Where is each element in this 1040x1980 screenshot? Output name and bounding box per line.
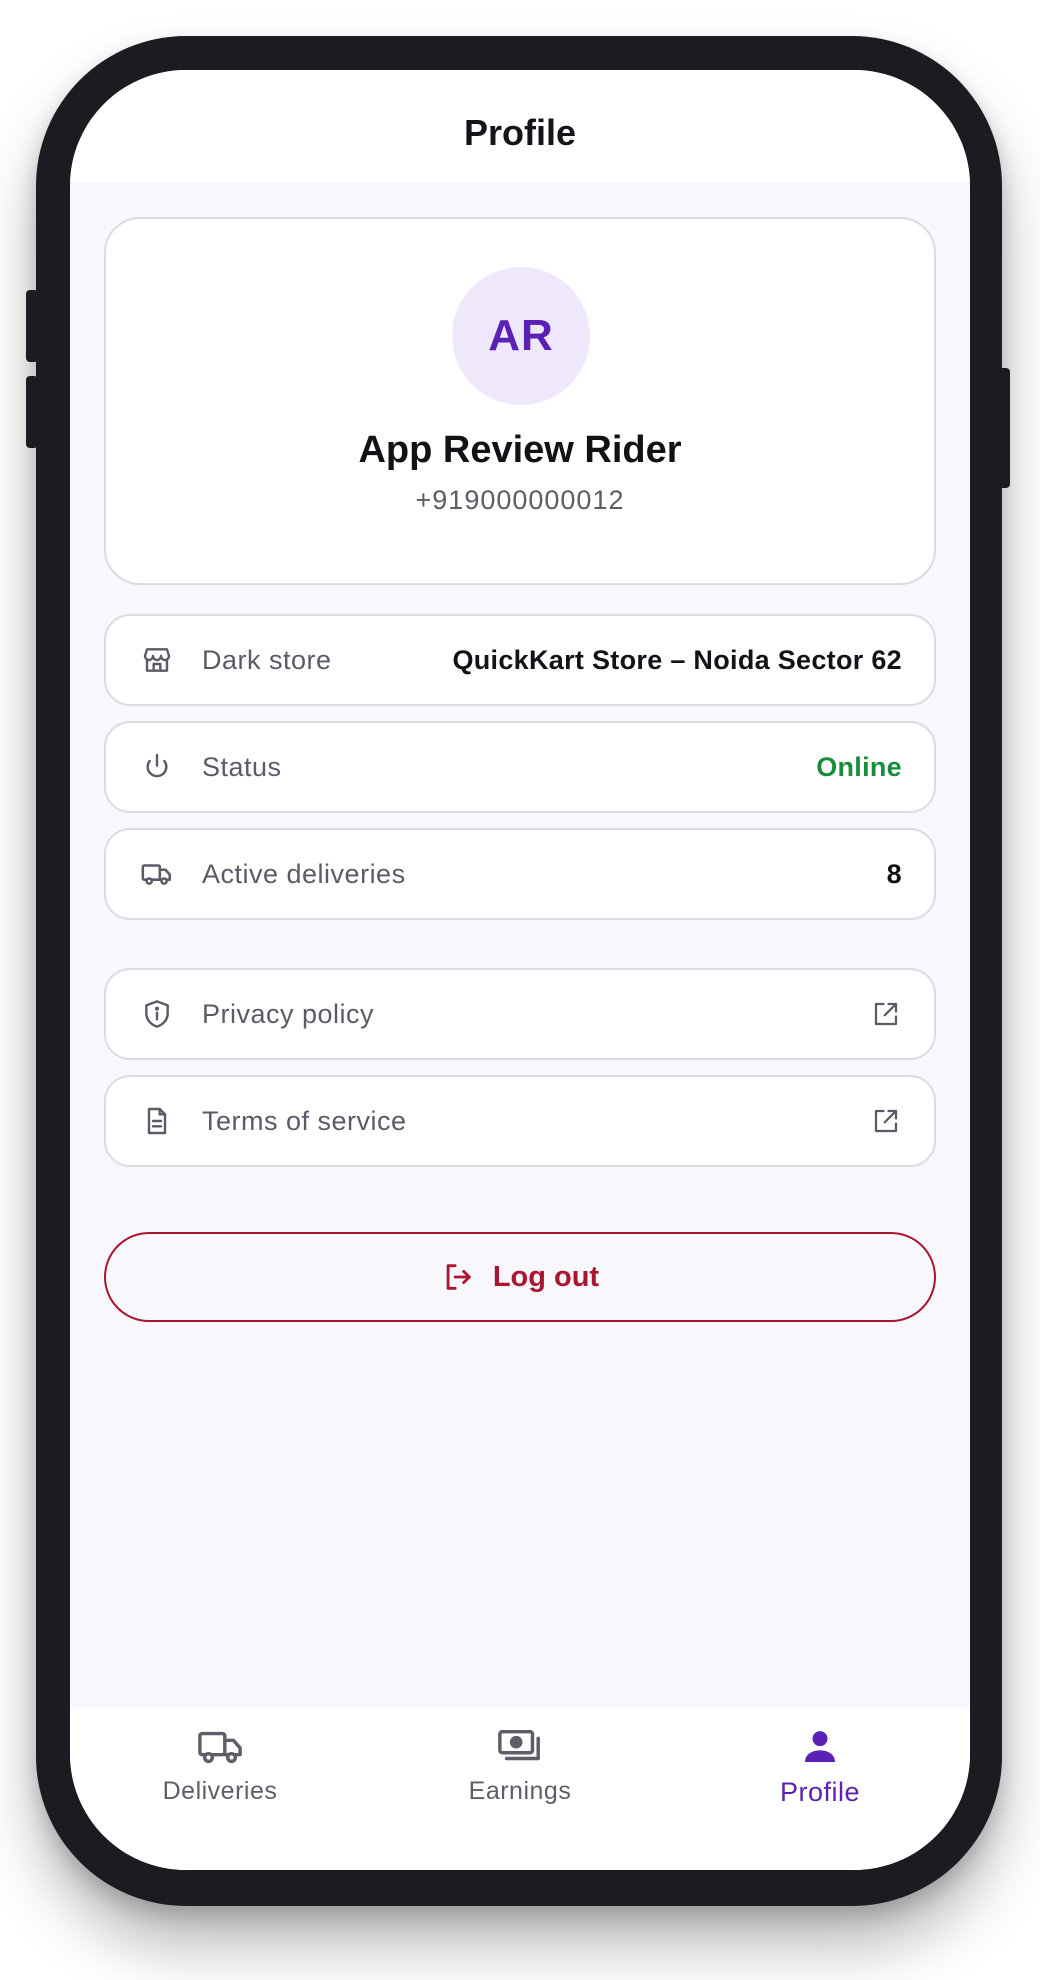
logout-label: Log out [492, 1260, 600, 1293]
profile-card: AR App Review Rider +919000000012 [104, 217, 936, 585]
nav-earnings-label: Earnings [468, 1777, 572, 1805]
truck-icon [197, 1727, 243, 1767]
nav-deliveries-label: Deliveries [162, 1777, 278, 1805]
dark-store-label: Dark store [202, 644, 332, 675]
cash-icon [497, 1727, 543, 1767]
user-icon [800, 1727, 840, 1767]
terms-of-service-label: Terms of service [202, 1105, 407, 1136]
nav-deliveries[interactable]: Deliveries [70, 1707, 370, 1827]
terms-of-service-link[interactable]: Terms of service [104, 1075, 936, 1167]
rider-name: App Review Rider [358, 429, 682, 471]
status-label: Status [202, 751, 282, 782]
avatar: AR [452, 267, 590, 405]
shield-info-icon [140, 997, 174, 1031]
volume-down-button [26, 376, 38, 448]
dark-store-row: Dark store QuickKart Store – Noida Secto… [104, 614, 936, 706]
logout-button[interactable]: Log out [104, 1232, 936, 1322]
active-deliveries-row: Active deliveries 8 [104, 828, 936, 920]
page-title: Profile [463, 112, 577, 153]
top-app-bar: Profile [70, 70, 970, 182]
status-row: Status Online [104, 721, 936, 813]
privacy-policy-label: Privacy policy [202, 998, 375, 1029]
truck-icon [140, 857, 174, 891]
nav-profile[interactable]: Profile [670, 1707, 970, 1827]
power-icon [140, 750, 174, 784]
volume-up-button [26, 290, 38, 362]
external-link-icon [870, 998, 902, 1030]
logout-icon [441, 1260, 475, 1294]
app-screen: Profile AR App Review Rider +91900000001… [70, 70, 970, 1870]
nav-earnings[interactable]: Earnings [370, 1707, 670, 1827]
nav-profile-label: Profile [779, 1777, 861, 1807]
privacy-policy-link[interactable]: Privacy policy [104, 968, 936, 1060]
document-icon [140, 1104, 174, 1138]
dark-store-value: QuickKart Store – Noida Sector 62 [452, 644, 902, 675]
power-button [998, 368, 1010, 488]
rider-phone: +919000000012 [415, 485, 625, 515]
active-deliveries-label: Active deliveries [202, 858, 406, 889]
external-link-icon [870, 1105, 902, 1137]
status-badge: Online [816, 751, 902, 782]
active-deliveries-count: 8 [886, 858, 902, 889]
store-icon [140, 643, 174, 677]
bottom-nav: Deliveries Earnings Profile [70, 1707, 970, 1870]
